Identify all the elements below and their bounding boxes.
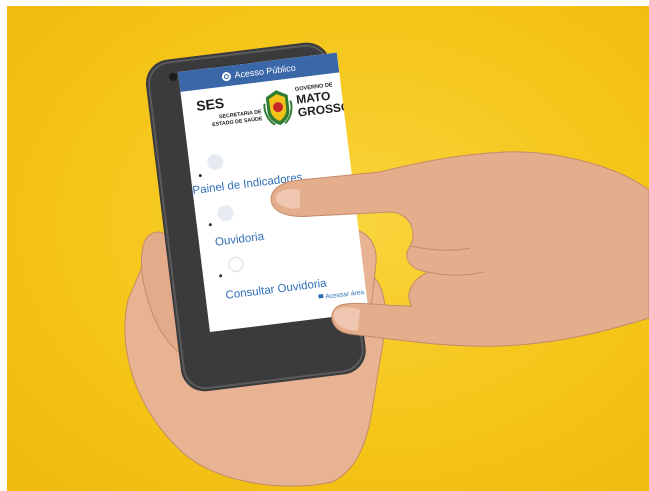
photo-scene: Acesso Público SES SECRETARIA DE ESTADO … — [0, 0, 649, 491]
pointing-hand-layer — [270, 151, 649, 347]
pointing-hand — [270, 151, 649, 347]
